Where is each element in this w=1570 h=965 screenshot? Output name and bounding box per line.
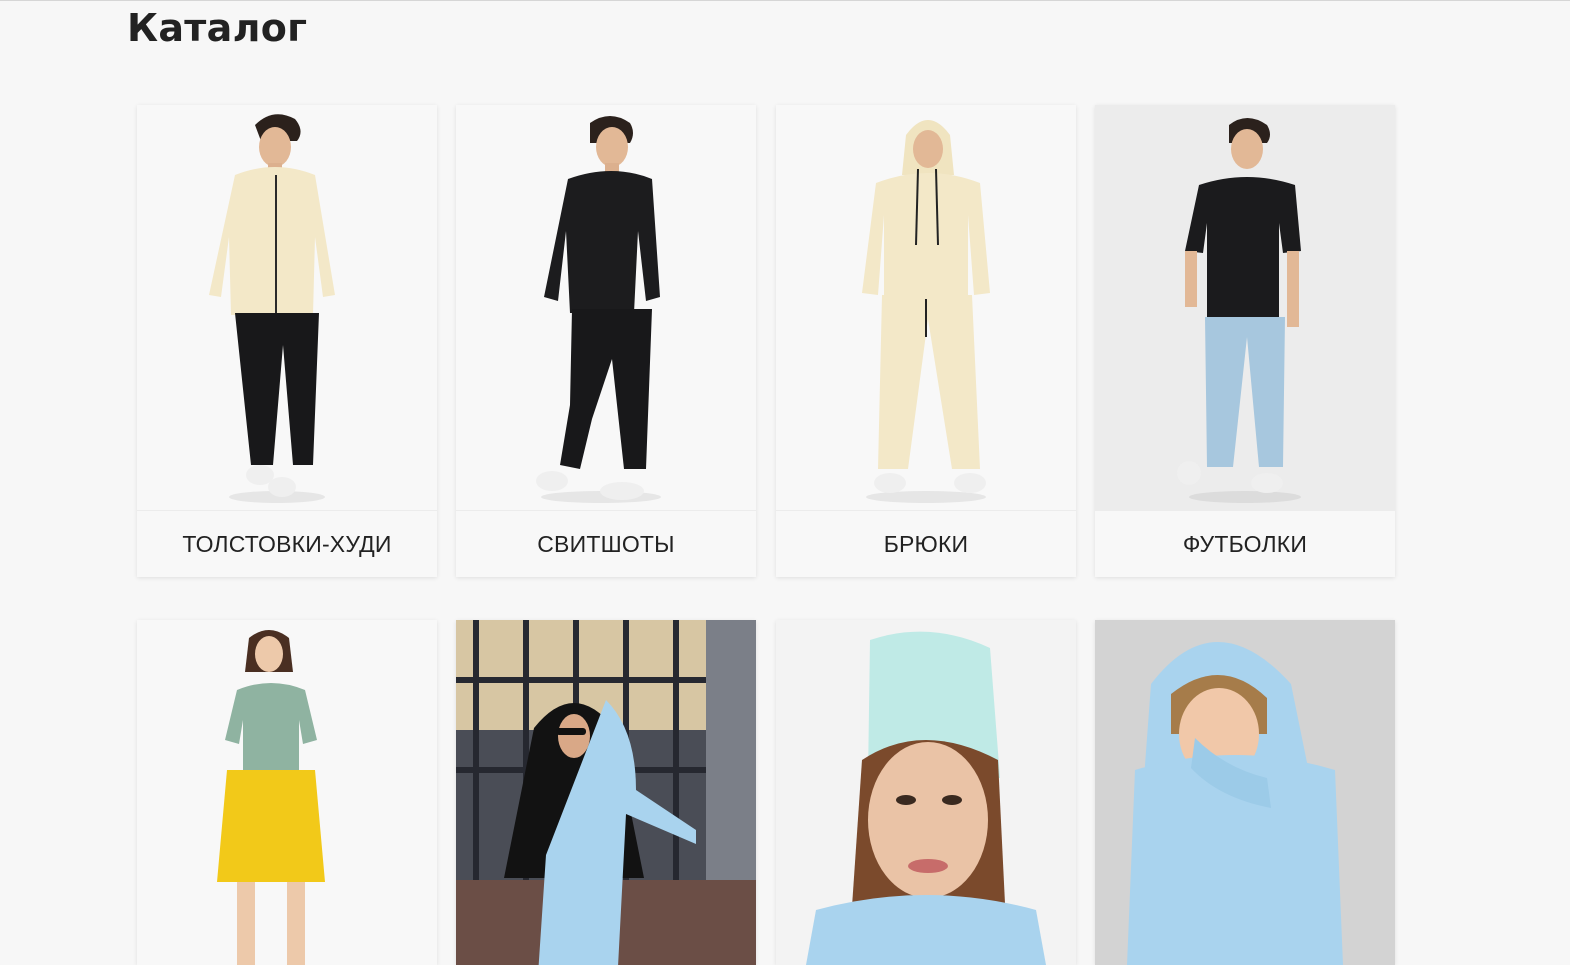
product-photo [1095,105,1395,511]
category-label: ФУТБОЛКИ [1095,510,1395,577]
product-photo [137,620,437,965]
page-title: Каталог [127,6,308,50]
category-card-pants[interactable]: БРЮКИ [776,105,1076,577]
category-card-tshirts[interactable]: ФУТБОЛКИ [1095,105,1395,577]
category-card-7[interactable] [776,620,1076,965]
product-photo [776,620,1076,965]
category-label: ТОЛСТОВКИ-ХУДИ [137,510,437,577]
product-photo [456,105,756,511]
category-card-sweatshirts[interactable]: СВИТШОТЫ [456,105,756,577]
category-card-6[interactable] [456,620,756,965]
product-photo [1095,620,1395,965]
category-card-8[interactable] [1095,620,1395,965]
category-label: БРЮКИ [776,510,1076,577]
product-photo [137,105,437,511]
category-card-5[interactable] [137,620,437,965]
category-card-hoodies[interactable]: ТОЛСТОВКИ-ХУДИ [137,105,437,577]
product-photo [456,620,756,965]
category-label: СВИТШОТЫ [456,510,756,577]
top-divider [0,0,1570,1]
product-photo [776,105,1076,511]
